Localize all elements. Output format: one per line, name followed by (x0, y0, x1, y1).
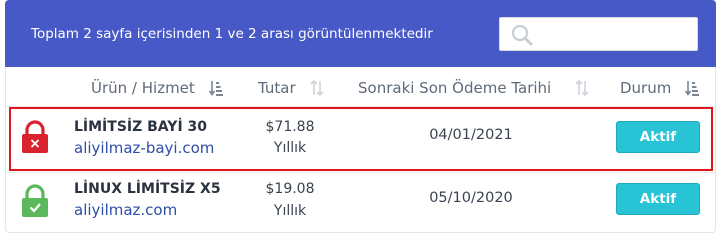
search-input[interactable] (540, 18, 690, 50)
product-name: LİNUX LİMİTSİZ X5 (74, 181, 221, 197)
column-header-label: Sonraki Son Ödeme Tarihi (358, 79, 552, 97)
amount-value: $19.08 (265, 181, 315, 197)
sort-icon (575, 80, 589, 96)
column-header-label: Tutar (258, 79, 296, 97)
column-header-next-due[interactable]: Sonraki Son Ödeme Tarihi (358, 77, 589, 99)
column-header-amount[interactable]: Tutar (258, 77, 324, 99)
lock-check-green-icon (22, 184, 48, 217)
product-domain-link[interactable]: aliyilmaz.com (74, 201, 177, 219)
status-button[interactable]: Aktif (616, 183, 700, 215)
row-divider (5, 172, 716, 173)
next-due-date: 04/01/2021 (429, 127, 513, 143)
product-domain-link[interactable]: aliyilmaz-bayi.com (74, 139, 214, 157)
next-due-date: 05/10/2020 (429, 190, 513, 206)
status-button[interactable]: Aktif (616, 121, 700, 153)
column-header-product[interactable]: Ürün / Hizmet (91, 77, 223, 99)
column-header-label: Ürün / Hizmet (91, 79, 195, 97)
amount-value: $71.88 (265, 119, 315, 135)
sort-amount-down-icon (685, 81, 700, 96)
billing-cycle: Yıllık (273, 203, 307, 219)
search-box[interactable] (499, 17, 698, 51)
billing-cycle: Yıllık (273, 140, 307, 156)
product-name: LİMİTSİZ BAYİ 30 (74, 119, 208, 135)
column-header-label: Durum (620, 79, 672, 97)
pagination-summary: Toplam 2 sayfa içerisinden 1 ve 2 arası … (31, 26, 433, 42)
column-header-status[interactable]: Durum (620, 77, 700, 99)
search-icon (511, 24, 533, 46)
sort-icon (310, 80, 324, 96)
lock-closed-red-icon (22, 120, 48, 153)
sort-amount-down-icon (208, 81, 223, 96)
